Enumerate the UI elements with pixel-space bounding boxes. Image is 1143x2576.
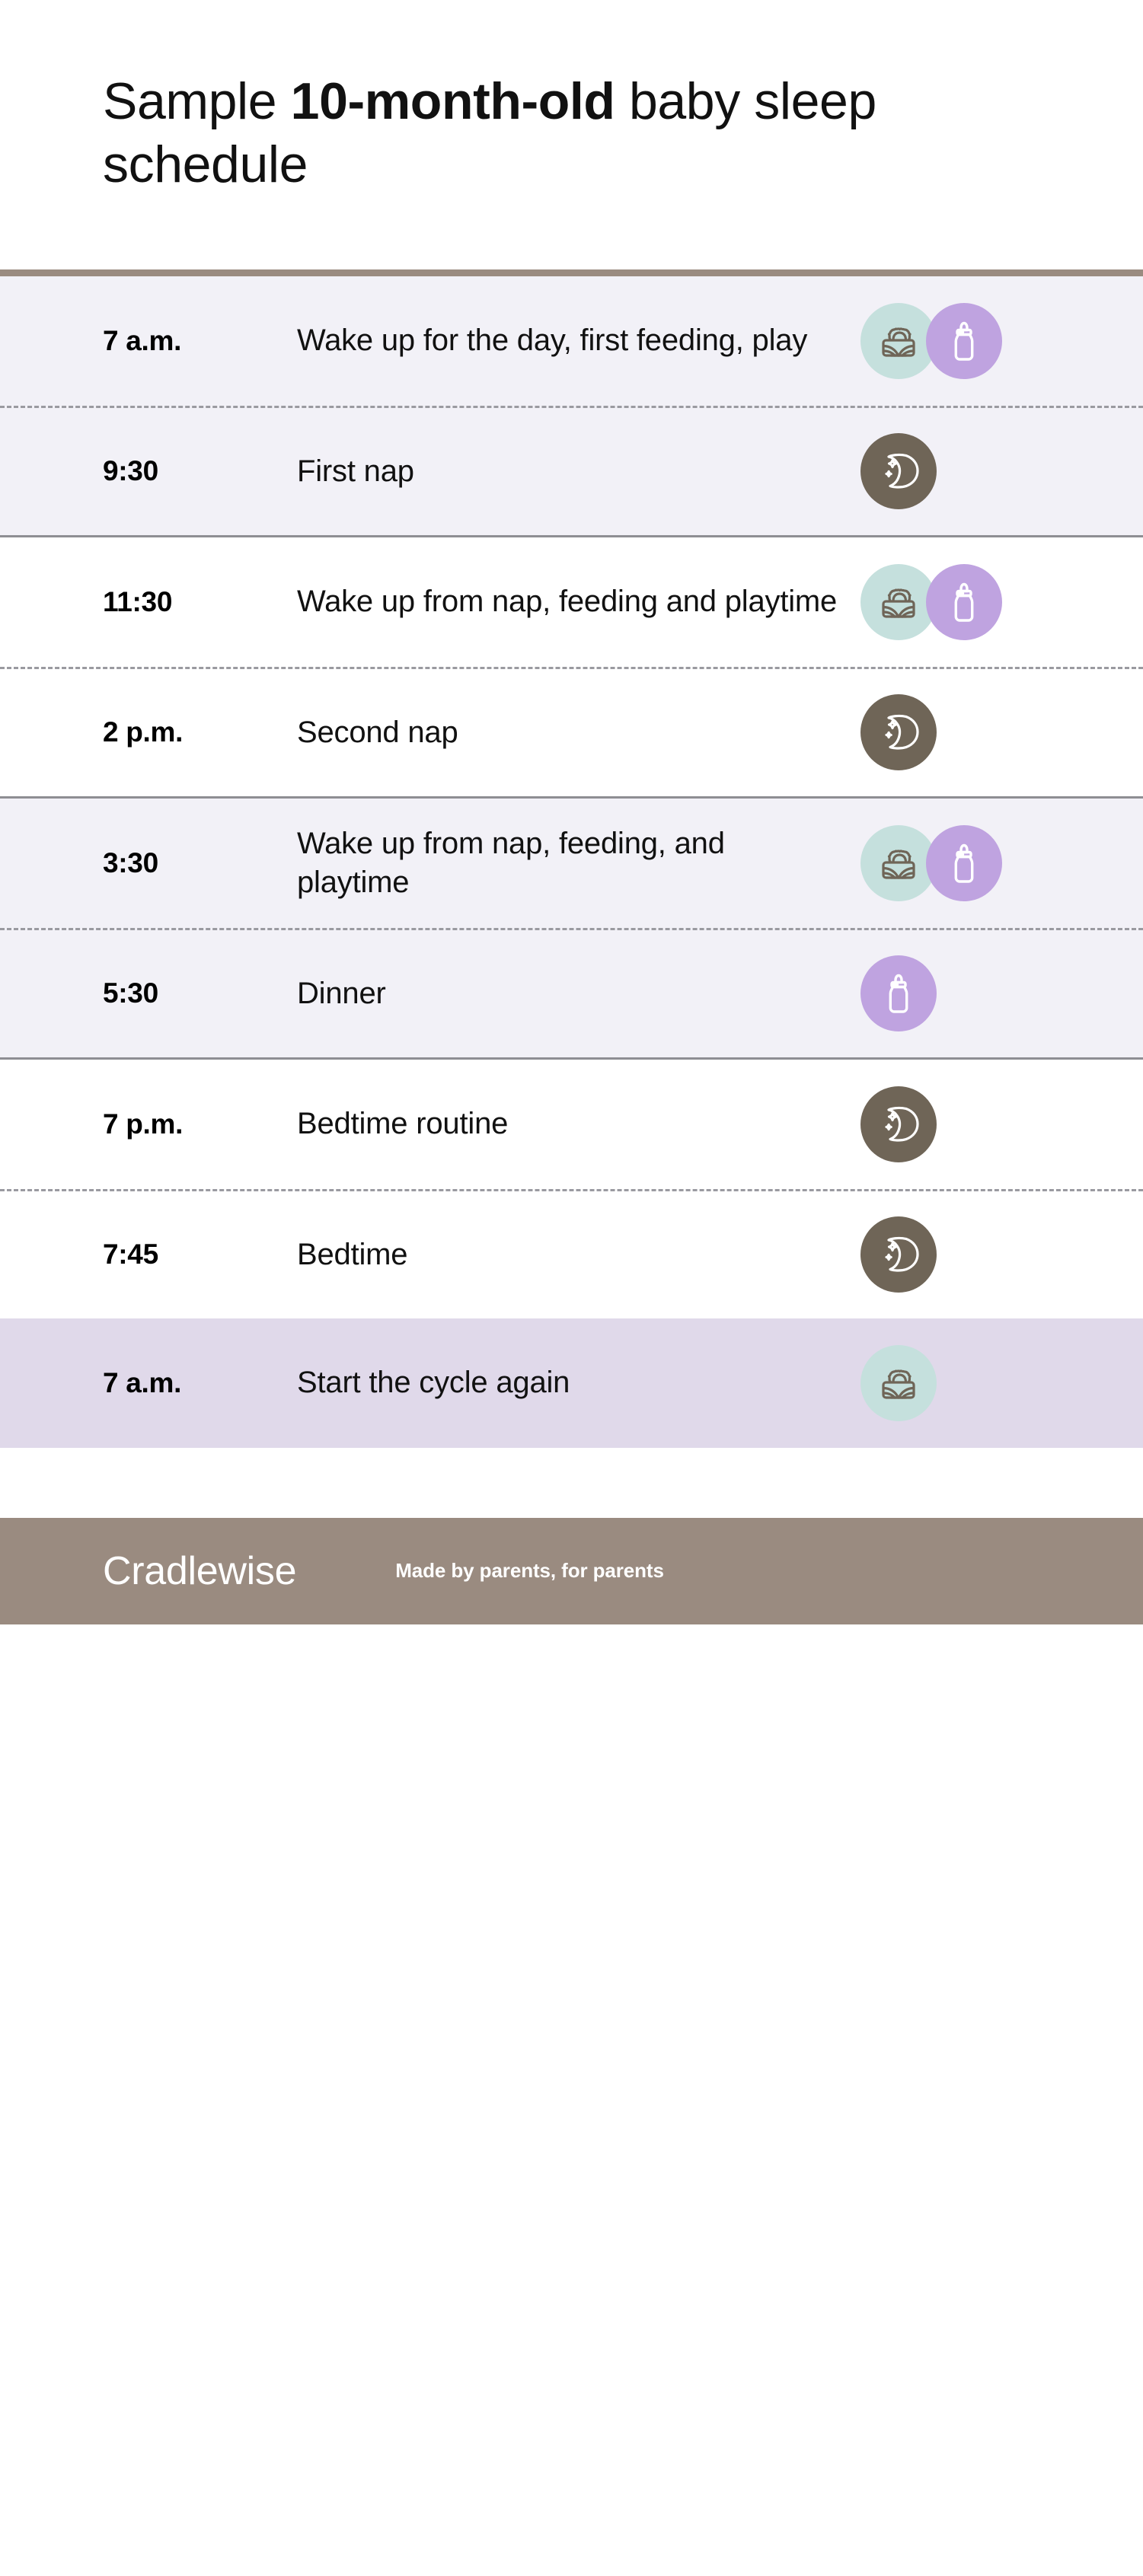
row-time: 5:30 — [103, 977, 158, 1009]
sunrise-icon-badge — [860, 302, 937, 379]
row-description: Start the cycle again — [297, 1366, 570, 1400]
schedule-row: 7 a.m. Start the cycle again — [0, 1318, 1143, 1448]
row-time: 7:45 — [103, 1239, 158, 1270]
schedule-group: 7 a.m. Start the cycle again — [0, 1318, 1143, 1448]
brand-logo-text: Cradlewise — [103, 1548, 297, 1593]
footer-spacer — [0, 1447, 1143, 1518]
sunrise-icon-badge — [860, 1344, 937, 1421]
row-description: Wake up from nap, feeding, and playtime — [297, 826, 725, 899]
row-description: Wake up from nap, feeding and playtime — [297, 585, 838, 619]
moon-icon-badge — [860, 433, 937, 510]
schedule-group: 11:30 Wake up from nap, feeding and playt… — [0, 534, 1143, 796]
moon-icon-badge — [860, 1216, 937, 1293]
row-icon-group — [860, 1216, 1013, 1293]
row-description: Dinner — [297, 976, 386, 1010]
moon-icon-badge — [860, 694, 937, 771]
schedule-row: 7 p.m. Bedtime routine — [0, 1060, 1143, 1189]
row-icon-group — [860, 563, 1013, 640]
schedule-row: 7 a.m. Wake up for the day, first feeding… — [0, 276, 1143, 406]
schedule-group: 3:30 Wake up from nap, feeding, and playt… — [0, 795, 1143, 1057]
row-time: 7 p.m. — [103, 1108, 184, 1140]
moon-icon — [875, 1231, 922, 1278]
schedule-row: 5:30 Dinner — [0, 927, 1143, 1057]
moon-icon-badge — [860, 1086, 937, 1162]
row-description: Bedtime routine — [297, 1107, 509, 1141]
schedule-row: 3:30 Wake up from nap, feeding, and playt… — [0, 799, 1143, 928]
bottle-icon-badge — [926, 302, 1002, 379]
schedule-list: 7 a.m. Wake up for the day, first feeding… — [0, 276, 1143, 1448]
moon-icon — [875, 448, 922, 495]
sunrise-icon-badge — [860, 824, 937, 901]
footer-tagline: Made by parents, for parents — [395, 1559, 664, 1583]
bottle-icon-badge — [926, 824, 1002, 901]
top-divider-rule — [0, 269, 1143, 276]
bottle-icon — [942, 317, 986, 365]
row-description: First nap — [297, 454, 414, 488]
schedule-row: 11:30 Wake up from nap, feeding and playt… — [0, 537, 1143, 667]
row-icon-group — [860, 694, 1013, 771]
row-icon-group — [860, 955, 1013, 1032]
bottle-icon — [942, 839, 986, 888]
bottle-icon-badge — [860, 955, 937, 1032]
schedule-row: 7:45 Bedtime — [0, 1188, 1143, 1318]
sunrise-icon — [874, 839, 923, 888]
header: Sample 10-month-old baby sleep schedule — [0, 0, 1143, 196]
schedule-row: 2 p.m. Second nap — [0, 666, 1143, 796]
row-icon-group — [860, 433, 1013, 510]
schedule-row: 9:30 First nap — [0, 405, 1143, 535]
page-title: Sample 10-month-old baby sleep schedule — [103, 70, 1044, 196]
title-bold-age: 10-month-old — [290, 72, 615, 130]
bottle-icon — [942, 578, 986, 626]
bottle-icon — [876, 969, 921, 1018]
row-time: 7 a.m. — [103, 1366, 182, 1398]
row-description: Bedtime — [297, 1237, 408, 1271]
sunrise-icon — [874, 1359, 923, 1408]
row-description: Second nap — [297, 715, 458, 749]
footer: Cradlewise Made by parents, for parents — [0, 1517, 1143, 1624]
row-icon-group — [860, 1086, 1013, 1162]
row-icon-group — [860, 824, 1013, 901]
row-time: 3:30 — [103, 846, 158, 878]
row-icon-group — [860, 302, 1013, 379]
moon-icon — [875, 709, 922, 756]
schedule-group: 7 p.m. Bedtime routine 7:45 Bedtime — [0, 1057, 1143, 1318]
row-description: Wake up for the day, first feeding, play — [297, 324, 808, 358]
sunrise-icon-badge — [860, 563, 937, 640]
title-prefix: Sample — [103, 72, 291, 130]
row-time: 11:30 — [103, 585, 173, 617]
sunrise-icon — [874, 578, 923, 626]
row-time: 2 p.m. — [103, 716, 184, 748]
moon-icon — [875, 1101, 922, 1148]
bottle-icon-badge — [926, 563, 1002, 640]
schedule-group: 7 a.m. Wake up for the day, first feeding… — [0, 276, 1143, 535]
row-icon-group — [860, 1344, 1013, 1421]
row-time: 9:30 — [103, 455, 158, 487]
sunrise-icon — [874, 317, 923, 365]
row-time: 7 a.m. — [103, 324, 182, 356]
